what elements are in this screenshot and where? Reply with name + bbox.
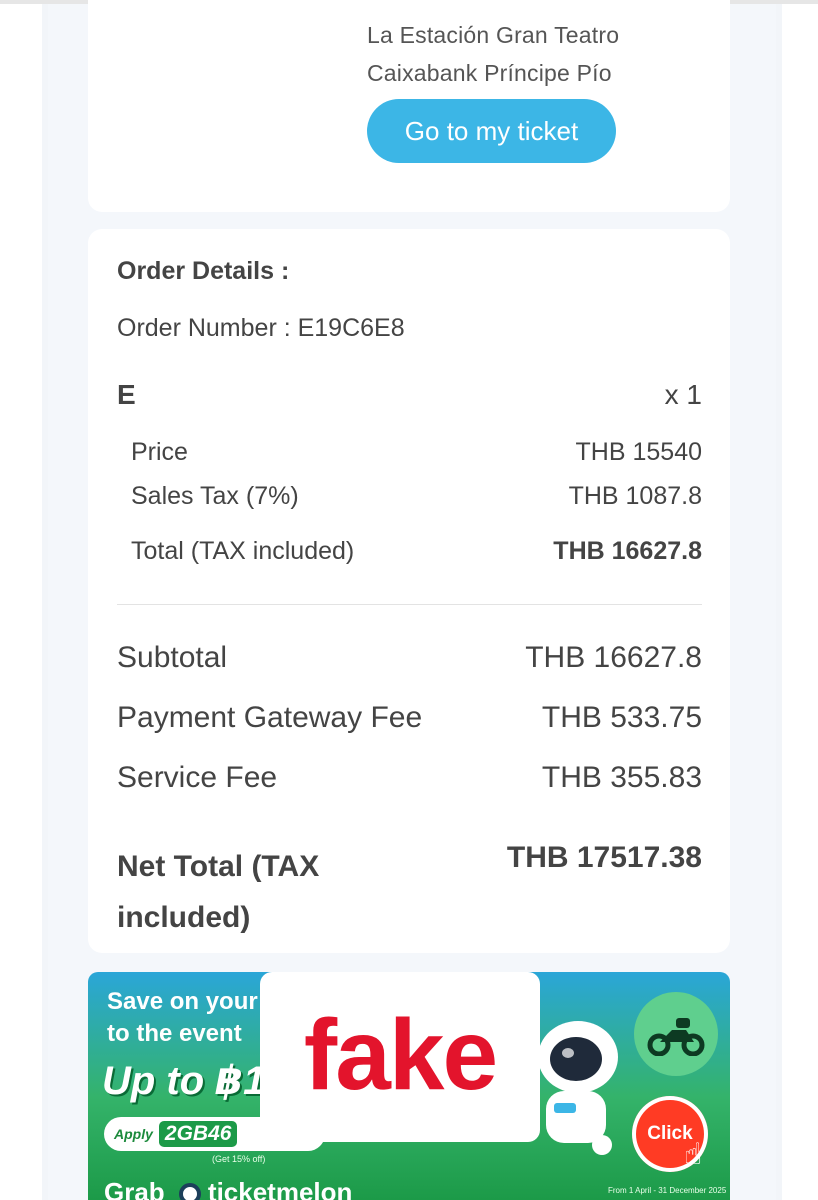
net-total-label: Net Total (TAX included) xyxy=(117,850,320,934)
sales-tax-value: THB 1087.8 xyxy=(568,482,702,510)
venue-name: La Estación Gran Teatro Caixabank Prínci… xyxy=(367,16,619,92)
venue-line-1: La Estación Gran Teatro xyxy=(367,22,620,48)
discount-note: (Get 15% off) xyxy=(212,1154,266,1164)
left-rail xyxy=(42,4,48,1200)
sales-tax-label: Sales Tax (7%) xyxy=(131,482,299,510)
price-label: Price xyxy=(131,438,188,466)
price-row: Price THB 15540 xyxy=(131,438,702,467)
grab-logo: Grab xyxy=(104,1177,165,1200)
subtotal-row: Subtotal THB 16627.8 xyxy=(117,641,702,675)
ticket-total-label: Total (TAX included) xyxy=(131,537,355,565)
net-total-value: THB 17517.38 xyxy=(506,841,702,874)
sales-tax-row: Sales Tax (7%) THB 1087.8 xyxy=(131,482,702,511)
pointer-hand-icon: ☝ xyxy=(684,1138,703,1171)
motorbike-icon xyxy=(647,1018,705,1056)
promo-dates: From 1 April - 31 December 2025 xyxy=(608,1186,727,1195)
payment-gateway-fee-row: Payment Gateway Fee THB 533.75 xyxy=(117,701,702,735)
fake-stamp: fake xyxy=(260,972,540,1142)
banner-text: Save on your to the event xyxy=(107,986,258,1050)
apply-label: Apply xyxy=(114,1126,153,1142)
service-fee-label: Service Fee xyxy=(117,761,278,794)
banner-line-2: to the event xyxy=(107,1020,242,1047)
ticket-type-name: E xyxy=(117,379,136,410)
ticket-quantity: x 1 xyxy=(664,379,702,410)
subtotal-label: Subtotal xyxy=(117,641,228,674)
right-rail xyxy=(776,4,782,1200)
ticketmelon-icon xyxy=(178,1183,201,1200)
service-fee-row: Service Fee THB 355.83 xyxy=(117,761,702,795)
payment-gateway-fee-value: THB 533.75 xyxy=(541,701,702,734)
ticket-total-row: Total (TAX included) THB 16627.8 xyxy=(131,537,702,566)
motorbike-badge xyxy=(634,992,718,1076)
venue-card: La Estación Gran Teatro Caixabank Prínci… xyxy=(88,0,730,212)
order-number: Order Number : E19C6E8 xyxy=(117,314,405,342)
order-divider xyxy=(117,604,702,605)
ticketmelon-logo: ticketmelon xyxy=(178,1177,353,1200)
ticket-total-value: THB 16627.8 xyxy=(553,537,702,565)
payment-gateway-fee-label: Payment Gateway Fee xyxy=(117,701,423,734)
ticketmelon-wordmark: ticketmelon xyxy=(207,1177,353,1200)
venue-line-2: Caixabank Príncipe Pío xyxy=(367,60,612,86)
order-details-card: Order Details : Order Number : E19C6E8 E… xyxy=(88,229,730,953)
fake-stamp-text: fake xyxy=(303,998,498,1111)
banner-headline: Up to ฿1 xyxy=(102,1059,266,1103)
banner-brands: Grab ticketmelon xyxy=(104,1177,352,1200)
go-to-ticket-button[interactable]: Go to my ticket xyxy=(367,99,616,163)
banner-line-1: Save on your xyxy=(107,988,258,1015)
price-value: THB 15540 xyxy=(575,438,702,466)
service-fee-value: THB 355.83 xyxy=(541,761,702,794)
order-details-heading: Order Details : xyxy=(117,257,290,285)
promo-code: 2GB46 xyxy=(158,1121,238,1147)
subtotal-value: THB 16627.8 xyxy=(525,641,702,674)
